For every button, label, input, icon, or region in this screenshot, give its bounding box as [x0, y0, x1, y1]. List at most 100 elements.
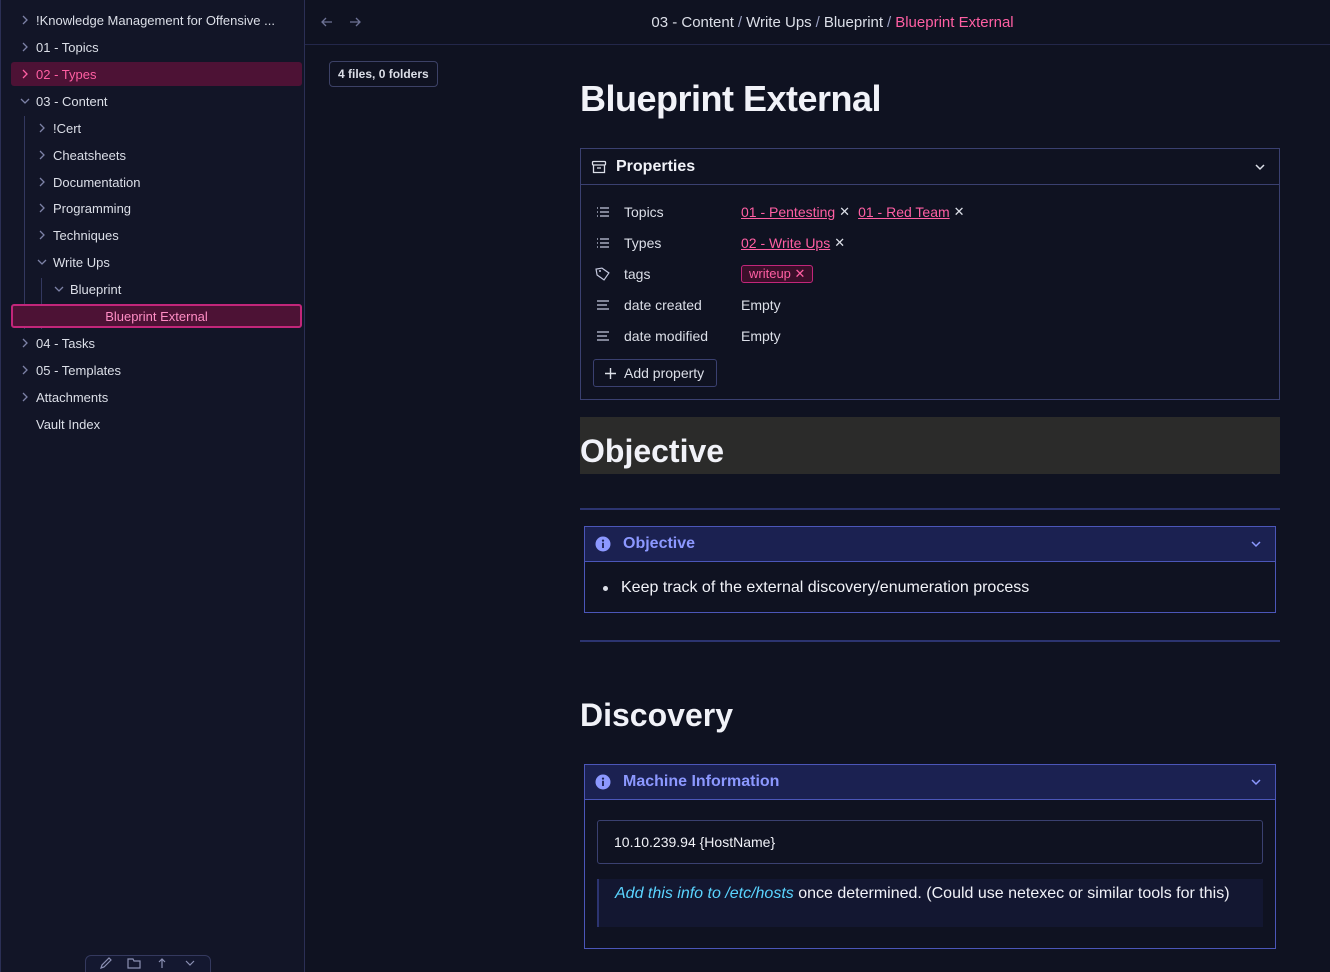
chevron-right-icon: [36, 149, 48, 161]
breadcrumb-current: Blueprint External: [895, 14, 1014, 31]
new-note-icon[interactable]: [99, 956, 113, 972]
breadcrumb-separator: /: [815, 14, 820, 31]
add-property-label: Add property: [624, 365, 705, 381]
tree-label: Blueprint: [70, 281, 122, 297]
property-key-label: Topics: [624, 204, 664, 220]
objective-callout: Objective Keep track of the external dis…: [584, 526, 1276, 613]
breadcrumb-item[interactable]: Blueprint: [824, 14, 883, 31]
property-key-date-created[interactable]: date created: [595, 294, 702, 316]
property-key-topics[interactable]: Topics: [595, 201, 664, 223]
properties-header[interactable]: Properties: [581, 149, 1279, 185]
callout-title-label: Objective: [623, 535, 696, 552]
tree-label: 04 - Tasks: [36, 335, 96, 351]
tree-label: 05 - Templates: [36, 362, 122, 378]
sidebar-footer-toolbar: [85, 955, 211, 972]
property-key-label: tags: [624, 266, 651, 282]
tree-file-blueprint-external[interactable]: Blueprint External: [11, 304, 302, 328]
collapse-icon[interactable]: [183, 956, 197, 972]
text-icon: [595, 327, 613, 345]
callout-title[interactable]: Machine Information: [585, 765, 1275, 800]
tree-folder-cert[interactable]: !Cert: [36, 116, 296, 140]
blockquote: Add this info to /etc/hosts once determi…: [597, 879, 1263, 927]
chevron-right-icon: [36, 122, 48, 134]
breadcrumb-item[interactable]: Write Ups: [746, 14, 812, 31]
property-key-date-modified[interactable]: date modified: [595, 325, 708, 347]
new-folder-icon[interactable]: [127, 956, 141, 972]
file-explorer-sidebar: !Knowledge Management for Offensive ... …: [0, 0, 305, 972]
chevron-right-icon: [19, 41, 31, 53]
property-link[interactable]: 02 - Write Ups: [741, 235, 830, 251]
code-block[interactable]: 10.10.239.94 {HostName}: [597, 820, 1263, 864]
property-link[interactable]: 01 - Red Team: [858, 204, 950, 220]
tree-folder-topics[interactable]: 01 - Topics: [19, 35, 299, 59]
tree-folder-documentation[interactable]: Documentation: [36, 170, 296, 194]
tree-folder-write-ups[interactable]: Write Ups: [36, 250, 296, 274]
bullet-dot: [603, 585, 608, 591]
tag-pill[interactable]: writeup ✕: [741, 265, 814, 283]
tree-folder-cheatsheets[interactable]: Cheatsheets: [36, 143, 296, 167]
divider: [580, 640, 1280, 642]
property-key-label: date modified: [624, 328, 709, 344]
property-value-topics[interactable]: 01 - Pentesting ✕ 01 - Red Team ✕: [741, 201, 973, 223]
chevron-down-icon[interactable]: [1253, 160, 1267, 179]
tree-folder-knowledge[interactable]: !Knowledge Management for Offensive ...: [19, 8, 299, 32]
text-icon: [595, 296, 613, 314]
info-icon: [595, 536, 611, 552]
tree-label: Vault Index: [36, 416, 101, 432]
list-icon: [595, 234, 613, 252]
tree-folder-attachments[interactable]: Attachments: [19, 385, 299, 409]
tree-folder-templates[interactable]: 05 - Templates: [19, 358, 299, 382]
plus-icon: [605, 367, 616, 379]
breadcrumb-item[interactable]: 03 - Content: [651, 14, 734, 31]
list-icon: [595, 203, 613, 221]
chevron-right-icon: [19, 391, 31, 403]
tree-label: Attachments: [36, 389, 109, 405]
tree-folder-techniques[interactable]: Techniques: [36, 223, 296, 247]
properties-title: Properties: [616, 157, 696, 175]
property-value-date-modified[interactable]: Empty: [741, 325, 781, 347]
quote-emphasis: Add this info to /etc/hosts: [615, 885, 794, 902]
remove-icon[interactable]: ✕: [839, 204, 850, 220]
remove-icon[interactable]: ✕: [795, 266, 806, 281]
breadcrumb-separator: /: [887, 14, 892, 31]
tree-file-vault-index[interactable]: Vault Index: [36, 412, 296, 436]
heading-discovery[interactable]: Discovery: [580, 697, 733, 734]
tree-label: Write Ups: [53, 254, 110, 270]
chevron-right-icon: [36, 229, 48, 241]
tree-folder-blueprint[interactable]: Blueprint: [53, 277, 293, 301]
tree-folder-programming[interactable]: Programming: [36, 196, 296, 220]
tree-label: 02 - Types: [36, 66, 97, 82]
breadcrumb-separator: /: [737, 14, 743, 31]
chevron-down-icon: [53, 283, 65, 295]
property-value-types[interactable]: 02 - Write Ups ✕: [741, 232, 853, 254]
note-title[interactable]: Blueprint External: [580, 78, 882, 120]
callout-title-label: Machine Information: [623, 773, 780, 790]
add-property-button[interactable]: Add property: [593, 359, 718, 387]
sort-icon[interactable]: [155, 956, 169, 972]
tree-folder-tasks[interactable]: 04 - Tasks: [19, 331, 299, 355]
property-key-types[interactable]: Types: [595, 232, 661, 254]
property-value-date-created[interactable]: Empty: [741, 294, 781, 316]
property-link[interactable]: 01 - Pentesting: [741, 204, 835, 220]
property-key-label: date created: [624, 297, 702, 313]
chevron-down-icon[interactable]: [1249, 537, 1263, 556]
chevron-down-icon[interactable]: [1249, 775, 1263, 794]
tree-label: Techniques: [53, 227, 119, 243]
remove-icon[interactable]: ✕: [834, 235, 845, 251]
tree-folder-types[interactable]: 02 - Types: [11, 62, 302, 86]
property-value-tags[interactable]: writeup ✕: [741, 263, 814, 285]
callout-title[interactable]: Objective: [585, 527, 1275, 562]
remove-icon[interactable]: ✕: [954, 204, 965, 220]
info-icon: [595, 774, 611, 790]
tab-header: 03 - Content / Write Ups / Blueprint / Bluepri…: [305, 0, 1330, 45]
tree-label: 01 - Topics: [36, 39, 99, 55]
property-key-tags[interactable]: tags: [595, 263, 650, 285]
code-text: 10.10.239.94 {HostName}: [614, 834, 776, 850]
archive-icon: [591, 160, 607, 173]
tree-label: Blueprint External: [105, 308, 208, 324]
heading-objective[interactable]: Objective: [580, 417, 1280, 474]
properties-panel: Properties Topics 01 - Pentesting ✕ 01 - …: [580, 148, 1280, 400]
chevron-right-icon: [36, 176, 48, 188]
tree-folder-content[interactable]: 03 - Content: [19, 89, 299, 113]
breadcrumb: 03 - Content / Write Ups / Blueprint / Bluepri…: [305, 14, 1330, 31]
